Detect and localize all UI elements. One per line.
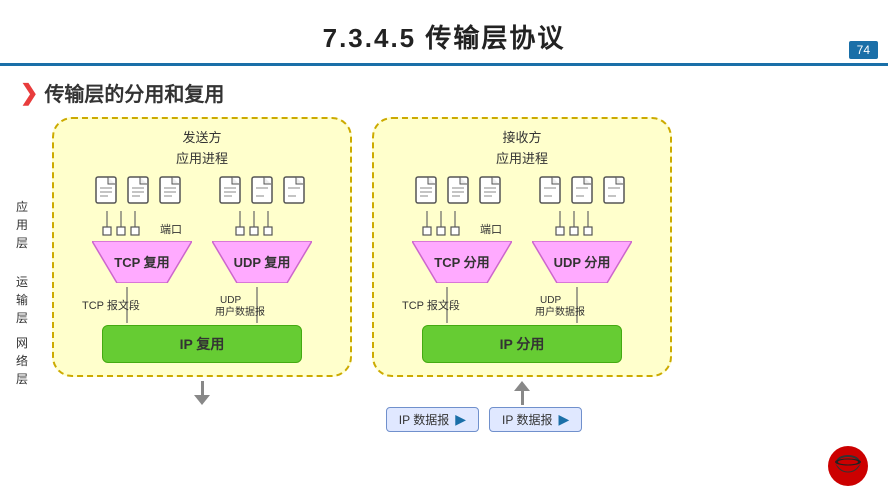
svg-text:用户数据报: 用户数据报: [535, 305, 585, 318]
sender-title: 发送方: [68, 127, 336, 146]
receiver-tcp-funnel: TCP 分用: [412, 241, 512, 283]
sender-doc-row: [68, 173, 336, 207]
section-title-text: 传输层的分用和复用: [44, 78, 224, 107]
diagrams-container: 发送方 应用进程: [52, 117, 672, 405]
svg-text:TCP 分用: TCP 分用: [434, 255, 489, 270]
ip-packet-1: IP 数据报 ▶: [386, 407, 479, 432]
doc-icon: [602, 173, 630, 207]
sender-subtitle: 应用进程: [68, 148, 336, 167]
page-number: 74: [849, 41, 878, 59]
layer-transport-label: 运输层: [16, 265, 48, 335]
page-header: 7.3.4.5 传输层协议 74: [0, 0, 888, 66]
doc-icon: [126, 173, 154, 207]
doc-icon: [570, 173, 598, 207]
packet-arrow-icon: ▶: [455, 411, 466, 428]
sender-ip-label: IP 复用: [180, 334, 225, 354]
doc-icon: [478, 173, 506, 207]
sender-tcp-funnel: TCP 复用: [92, 241, 192, 283]
doc-icon: [218, 173, 246, 207]
receiver-udp-funnel: UDP 分用: [532, 241, 632, 283]
svg-text:UDP 复用: UDP 复用: [234, 255, 291, 270]
packet-arrow-icon-2: ▶: [558, 411, 569, 428]
receiver-doc-group-left: [414, 173, 506, 207]
svg-text:端口: 端口: [160, 223, 182, 236]
receiver-ip-label: IP 分用: [500, 334, 545, 354]
sender-doc-group-right: [218, 173, 310, 207]
doc-icon: [158, 173, 186, 207]
svg-text:TCP 报文段: TCP 报文段: [82, 298, 140, 312]
sender-port-area: 端口: [68, 211, 336, 239]
sender-udp-funnel: UDP 复用: [212, 241, 312, 283]
receiver-doc-group-right: [538, 173, 630, 207]
receiver-ip-box: IP 分用: [422, 325, 622, 363]
receiver-diagram: 接收方 应用进程: [372, 117, 672, 405]
doc-icon: [94, 173, 122, 207]
receiver-segment-area: TCP 报文段 UDP 用户数据报: [388, 287, 656, 323]
layer-app-label: 应用层: [16, 185, 48, 265]
svg-text:UDP: UDP: [540, 295, 561, 306]
layer-labels: 应用层 运输层 网络层: [16, 145, 48, 387]
svg-text:UDP: UDP: [220, 295, 241, 306]
sender-ip-box: IP 复用: [102, 325, 302, 363]
doc-icon: [538, 173, 566, 207]
ip-packet-row: IP 数据报 ▶ IP 数据报 ▶: [80, 407, 888, 432]
page-title: 7.3.4.5 传输层协议: [0, 18, 888, 55]
receiver-funnel-row: TCP 分用 UDP 分用: [388, 241, 656, 283]
doc-icon: [446, 173, 474, 207]
svg-text:端口: 端口: [480, 223, 502, 236]
receiver-port-area: 端口: [388, 211, 656, 239]
sender-arrow: [194, 381, 210, 405]
ip-packet-label-1: IP 数据报: [399, 411, 449, 428]
ip-packet-label-2: IP 数据报: [502, 411, 552, 428]
sender-box: 发送方 应用进程: [52, 117, 352, 377]
svg-text:UDP 分用: UDP 分用: [554, 255, 611, 270]
svg-text:TCP 报文段: TCP 报文段: [402, 298, 460, 312]
receiver-title: 接收方: [388, 127, 656, 146]
sender-funnel-row: TCP 复用 UDP 复用: [68, 241, 336, 283]
svg-text:TCP 复用: TCP 复用: [114, 255, 169, 270]
section-title: ❯ 传输层的分用和复用: [20, 78, 868, 107]
ip-packet-2: IP 数据报 ▶: [489, 407, 582, 432]
sender-diagram: 发送方 应用进程: [52, 117, 352, 405]
receiver-subtitle: 应用进程: [388, 148, 656, 167]
svg-text:用户数据报: 用户数据报: [215, 305, 265, 318]
sender-segment-area: TCP 报文段 UDP 用户数据报: [68, 287, 336, 323]
redhat-logo: [826, 444, 870, 488]
receiver-doc-row: [388, 173, 656, 207]
sender-ip-row: IP 复用: [68, 325, 336, 363]
doc-icon: [250, 173, 278, 207]
receiver-ip-row: IP 分用: [388, 325, 656, 363]
receiver-arrow: [514, 381, 530, 405]
doc-icon: [282, 173, 310, 207]
doc-icon: [414, 173, 442, 207]
sender-doc-group-left: [94, 173, 186, 207]
receiver-box: 接收方 应用进程: [372, 117, 672, 377]
section-arrow-icon: ❯: [20, 80, 38, 106]
layer-network-label: 网络层: [16, 335, 48, 387]
